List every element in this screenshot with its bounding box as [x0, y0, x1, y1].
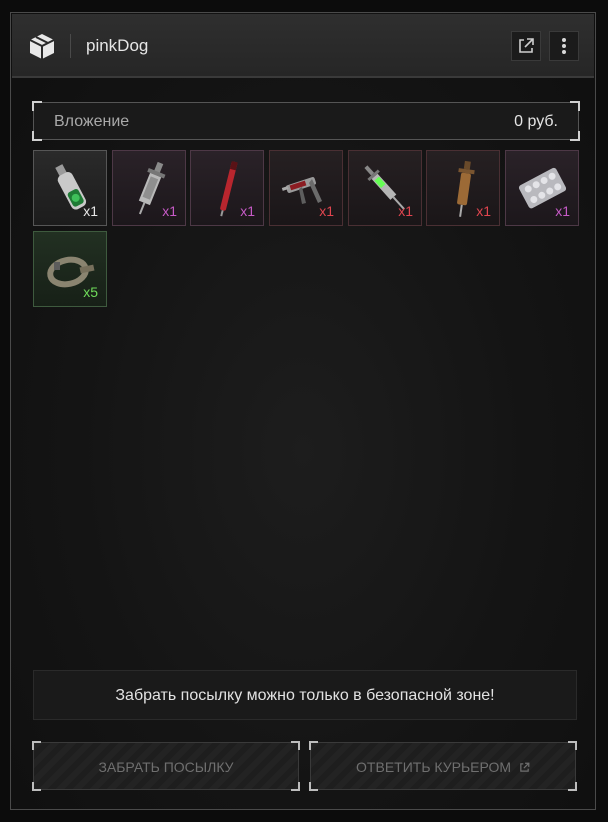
header-divider	[70, 34, 71, 58]
take-parcel-button[interactable]: ЗАБРАТЬ ПОСЫЛКУ	[32, 741, 300, 791]
item-count: x1	[476, 203, 491, 219]
item-count: x1	[162, 203, 177, 219]
item-slot-tourniquet-belt[interactable]: x5	[33, 231, 107, 307]
item-count: x5	[83, 284, 98, 300]
item-count: x1	[398, 203, 413, 219]
safe-zone-notice: Забрать посылку можно только в безопасно…	[33, 670, 577, 720]
item-slot-injector-gun[interactable]: x1	[269, 150, 343, 226]
parcel-window: pinkDog Вложение 0 руб. x1 x1 x1 x1 x1 x…	[10, 12, 596, 810]
attachment-label: Вложение	[54, 113, 130, 130]
item-count: x1	[240, 203, 255, 219]
reply-courier-button[interactable]: ОТВЕТИТЬ КУРЬЕРОМ	[309, 741, 577, 791]
item-slot-green-syringe[interactable]: x1	[348, 150, 422, 226]
item-slot-brown-syringe[interactable]: x1	[426, 150, 500, 226]
attachment-field: Вложение 0 руб.	[32, 101, 580, 141]
more-menu-button[interactable]	[549, 31, 579, 61]
vertical-dots-icon	[562, 38, 566, 54]
external-link-icon	[520, 762, 530, 772]
item-slot-syringe-gray[interactable]: x1	[112, 150, 186, 226]
window-header: pinkDog	[12, 14, 594, 78]
sender-name: pinkDog	[86, 36, 149, 55]
item-slot-pill-blister[interactable]: x1	[505, 150, 579, 226]
open-external-button[interactable]	[511, 31, 541, 61]
external-link-icon	[519, 38, 534, 53]
attachment-value: 0 руб.	[514, 113, 558, 130]
package-box-icon	[28, 32, 56, 60]
take-parcel-label: ЗАБРАТЬ ПОСЫЛКУ	[98, 759, 234, 775]
item-count: x1	[555, 203, 570, 219]
item-count: x1	[83, 203, 98, 219]
item-slot-green-bottle[interactable]: x1	[33, 150, 107, 226]
item-count: x1	[319, 203, 334, 219]
item-slot-red-injector-pen[interactable]: x1	[190, 150, 264, 226]
reply-courier-label: ОТВЕТИТЬ КУРЬЕРОМ	[356, 759, 512, 775]
